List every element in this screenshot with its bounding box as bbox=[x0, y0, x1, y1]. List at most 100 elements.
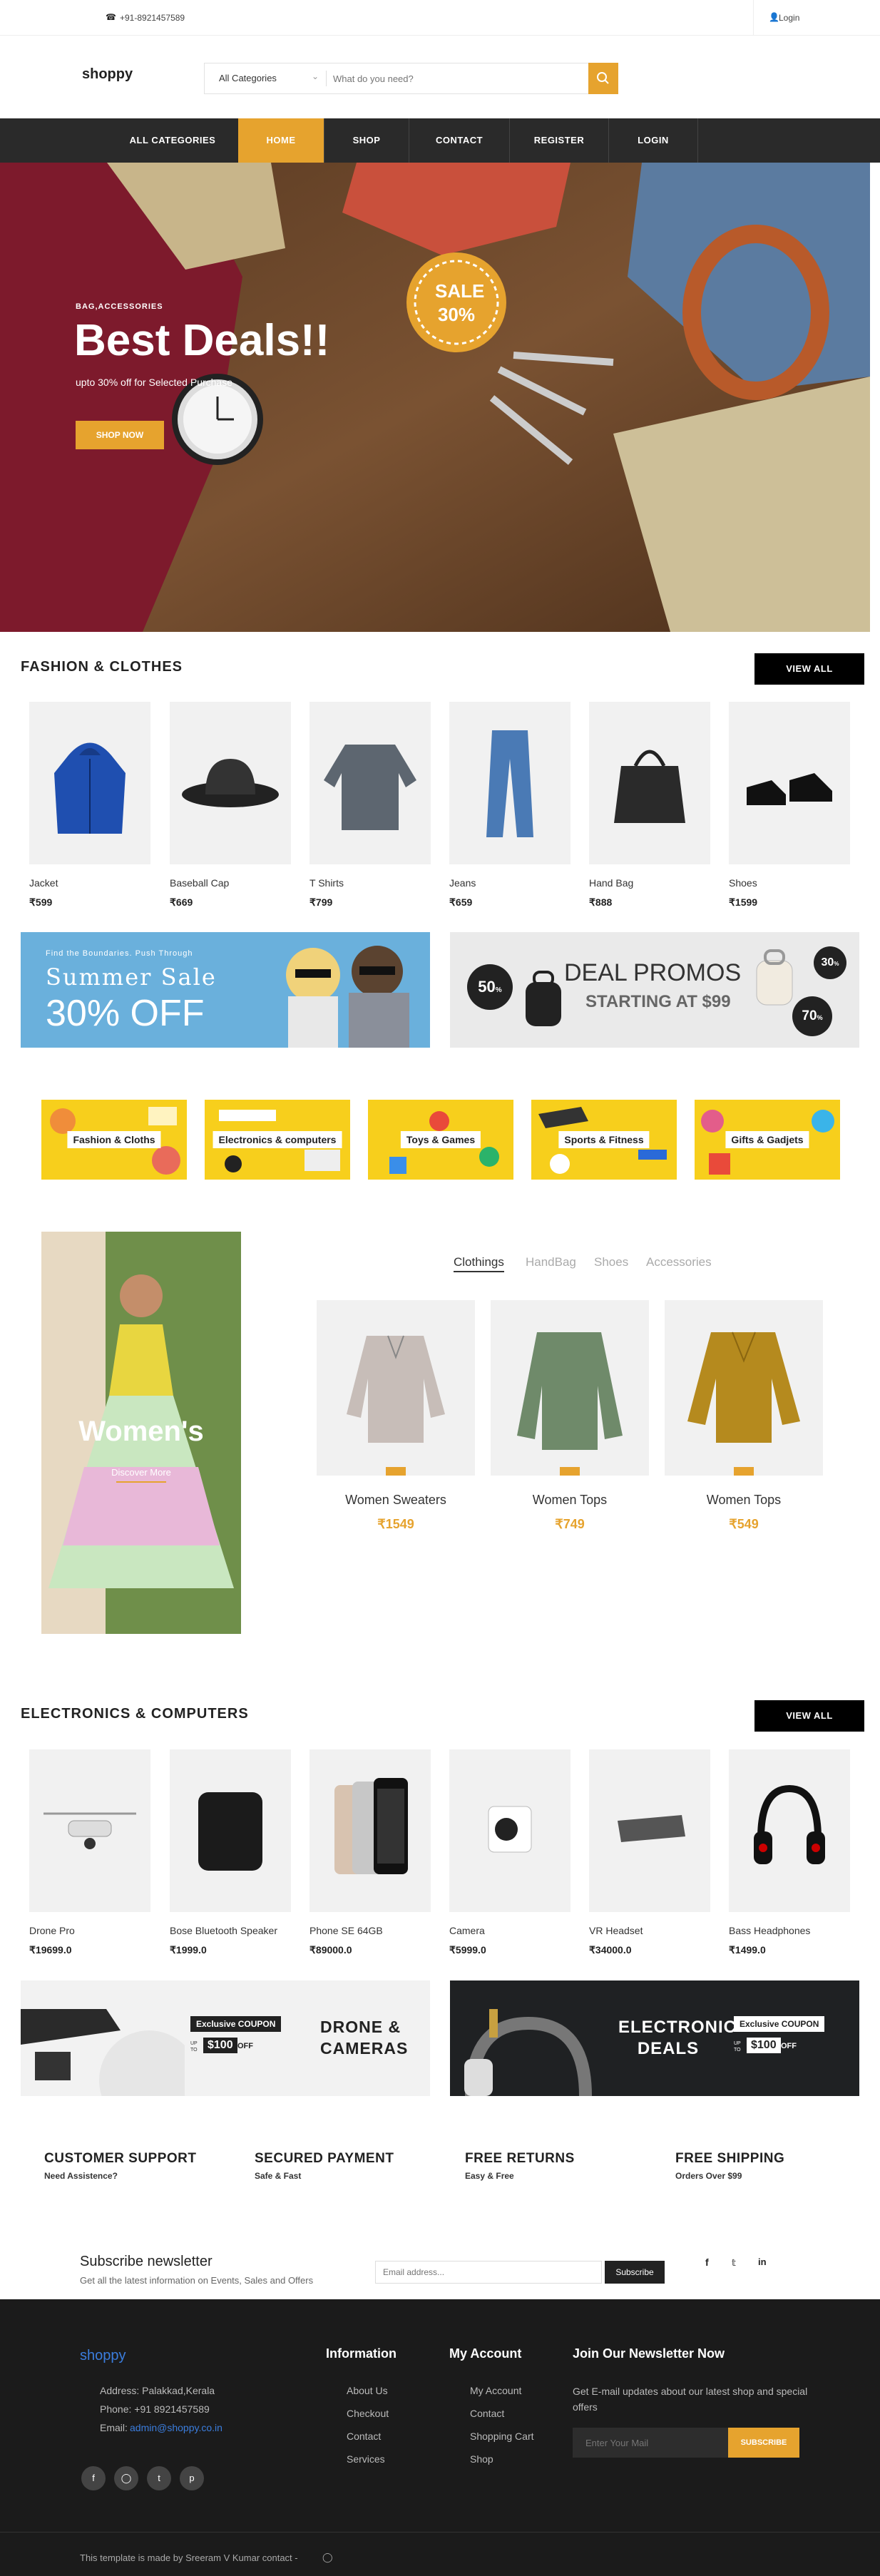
product-name[interactable]: Baseball Cap bbox=[170, 877, 229, 889]
tab-shoes[interactable]: Shoes bbox=[594, 1255, 628, 1269]
category-fashion[interactable]: Fashion & Cloths bbox=[41, 1100, 187, 1180]
facebook-icon[interactable]: f bbox=[705, 2256, 709, 2268]
product-name[interactable]: Jacket bbox=[29, 877, 58, 889]
electronic-banner-line2: DEALS bbox=[637, 2039, 700, 2058]
product-card[interactable] bbox=[29, 1749, 150, 1912]
product-card[interactable] bbox=[729, 702, 850, 864]
nav-all-categories[interactable]: ALL CATEGORIES bbox=[128, 118, 217, 163]
hero-kicker: BAG,ACCESSORIES bbox=[76, 302, 163, 311]
main-nav: ALL CATEGORIES HOME SHOP CONTACT REGISTE… bbox=[0, 118, 880, 163]
divider bbox=[753, 0, 754, 36]
footer-link[interactable]: My Account bbox=[470, 2385, 521, 2396]
search-button[interactable] bbox=[588, 63, 618, 94]
tab-accessories[interactable]: Accessories bbox=[646, 1255, 712, 1269]
footer-logo[interactable]: shoppy bbox=[80, 2348, 126, 2364]
category-label: Toys & Games bbox=[400, 1131, 481, 1148]
product-name[interactable]: Hand Bag bbox=[589, 877, 633, 889]
product-name[interactable]: Phone SE 64GB bbox=[309, 1925, 383, 1936]
sale-badge-text: SALE bbox=[435, 280, 485, 302]
hero-image bbox=[0, 163, 870, 632]
category-toys[interactable]: Toys & Games bbox=[368, 1100, 513, 1180]
product-name[interactable]: Bose Bluetooth Speaker bbox=[170, 1925, 277, 1936]
hero-subtitle: upto 30% off for Selected Purchase bbox=[76, 377, 232, 388]
category-gifts[interactable]: Gifts & Gadjets bbox=[695, 1100, 840, 1180]
camera-icon bbox=[488, 1806, 532, 1853]
product-card[interactable] bbox=[589, 1749, 710, 1912]
product-name[interactable]: Bass Headphones bbox=[729, 1925, 810, 1936]
footer-link[interactable]: Contact bbox=[347, 2431, 381, 2442]
product-name[interactable]: Jeans bbox=[449, 877, 476, 889]
product-card[interactable] bbox=[317, 1300, 475, 1476]
add-to-cart-tab[interactable] bbox=[734, 1467, 754, 1476]
tab-handbag[interactable]: HandBag bbox=[526, 1255, 576, 1269]
footer-link[interactable]: Contact bbox=[470, 2408, 504, 2419]
product-card[interactable] bbox=[449, 1749, 571, 1912]
summer-title: Summer Sale bbox=[46, 964, 217, 991]
product-name[interactable]: T Shirts bbox=[309, 877, 344, 889]
search-input[interactable] bbox=[333, 68, 575, 89]
instagram-icon[interactable]: ◯ bbox=[322, 2552, 333, 2563]
twitter-icon[interactable]: t bbox=[147, 2466, 171, 2490]
product-card[interactable] bbox=[309, 1749, 431, 1912]
twitter-icon[interactable]: 𝕥 bbox=[732, 2257, 736, 2269]
category-electronics[interactable]: Electronics & computers bbox=[205, 1100, 350, 1180]
add-to-cart-tab[interactable] bbox=[386, 1467, 406, 1476]
product-card[interactable] bbox=[589, 702, 710, 864]
shop-now-button[interactable]: SHOP NOW bbox=[76, 421, 164, 449]
product-card[interactable] bbox=[665, 1300, 823, 1476]
nav-register[interactable]: REGISTER bbox=[510, 118, 608, 163]
footer-email-link[interactable]: admin@shoppy.co.in bbox=[130, 2422, 222, 2433]
product-card[interactable] bbox=[491, 1300, 649, 1476]
footer-link[interactable]: Shop bbox=[470, 2453, 493, 2465]
pinterest-icon[interactable]: p bbox=[180, 2466, 204, 2490]
nav-shop[interactable]: SHOP bbox=[324, 118, 409, 163]
product-name[interactable]: Shoes bbox=[729, 877, 757, 889]
footer-subscribe-button[interactable]: SUBSCRIBE bbox=[728, 2428, 799, 2458]
electronics-view-all-button[interactable]: VIEW ALL bbox=[754, 1700, 864, 1732]
drone-coupon-banner[interactable]: Exclusive COUPON UP TO $100 OFF DRONE & … bbox=[21, 1980, 430, 2096]
product-name[interactable]: Camera bbox=[449, 1925, 485, 1936]
product-name[interactable]: VR Headset bbox=[589, 1925, 643, 1936]
chevron-down-icon[interactable]: ⌄ bbox=[312, 71, 319, 81]
product-card[interactable] bbox=[170, 702, 291, 864]
top-login-link[interactable]: Login bbox=[779, 13, 799, 23]
summer-sale-banner[interactable]: Find the Boundaries. Push Through Summer… bbox=[21, 932, 430, 1048]
product-card[interactable] bbox=[29, 702, 150, 864]
fashion-view-all-button[interactable]: VIEW ALL bbox=[754, 653, 864, 685]
deal-promos-banner[interactable]: 50% DEAL PROMOS STARTING AT $99 30% 70% bbox=[450, 932, 859, 1048]
product-name[interactable]: Women Sweaters bbox=[317, 1493, 475, 1508]
electronic-deals-banner[interactable]: ELECTRONIC DEALS Exclusive COUPON UP TO … bbox=[450, 1980, 859, 2096]
newsletter-subscribe-button[interactable]: Subscribe bbox=[605, 2261, 665, 2284]
top-image bbox=[517, 1332, 623, 1450]
product-card[interactable] bbox=[449, 702, 571, 864]
footer-newsletter-input[interactable] bbox=[573, 2428, 728, 2458]
product-price: ₹1499.0 bbox=[729, 1944, 766, 1956]
add-to-cart-tab[interactable] bbox=[560, 1467, 580, 1476]
nav-home[interactable]: HOME bbox=[238, 118, 324, 163]
nav-contact[interactable]: CONTACT bbox=[409, 118, 509, 163]
footer-link[interactable]: Shopping Cart bbox=[470, 2431, 534, 2442]
product-name[interactable]: Drone Pro bbox=[29, 1925, 75, 1936]
linkedin-icon[interactable]: in bbox=[758, 2256, 767, 2267]
divider bbox=[697, 118, 698, 163]
product-card[interactable] bbox=[170, 1749, 291, 1912]
product-name[interactable]: Women Tops bbox=[491, 1493, 649, 1508]
instagram-icon[interactable]: ◯ bbox=[114, 2466, 138, 2490]
site-logo[interactable]: shoppy bbox=[82, 66, 133, 83]
coupon-amount: $100 bbox=[203, 2038, 237, 2053]
category-sports[interactable]: Sports & Fitness bbox=[531, 1100, 677, 1180]
footer-link[interactable]: Services bbox=[347, 2453, 385, 2465]
footer-link[interactable]: Checkout bbox=[347, 2408, 389, 2419]
product-card[interactable] bbox=[309, 702, 431, 864]
footer-link[interactable]: About Us bbox=[347, 2385, 388, 2396]
womens-promo[interactable]: Women's Discover More bbox=[41, 1232, 241, 1634]
category-select[interactable]: All Categories bbox=[219, 73, 277, 83]
tab-clothings[interactable]: Clothings bbox=[454, 1255, 504, 1272]
product-card[interactable] bbox=[729, 1749, 850, 1912]
newsletter-email-input[interactable] bbox=[375, 2261, 602, 2284]
discover-more-link[interactable]: Discover More bbox=[41, 1467, 241, 1478]
discount-badge: 30% bbox=[814, 946, 846, 979]
product-name[interactable]: Women Tops bbox=[665, 1493, 823, 1508]
facebook-icon[interactable]: f bbox=[81, 2466, 106, 2490]
nav-login[interactable]: LOGIN bbox=[609, 118, 697, 163]
